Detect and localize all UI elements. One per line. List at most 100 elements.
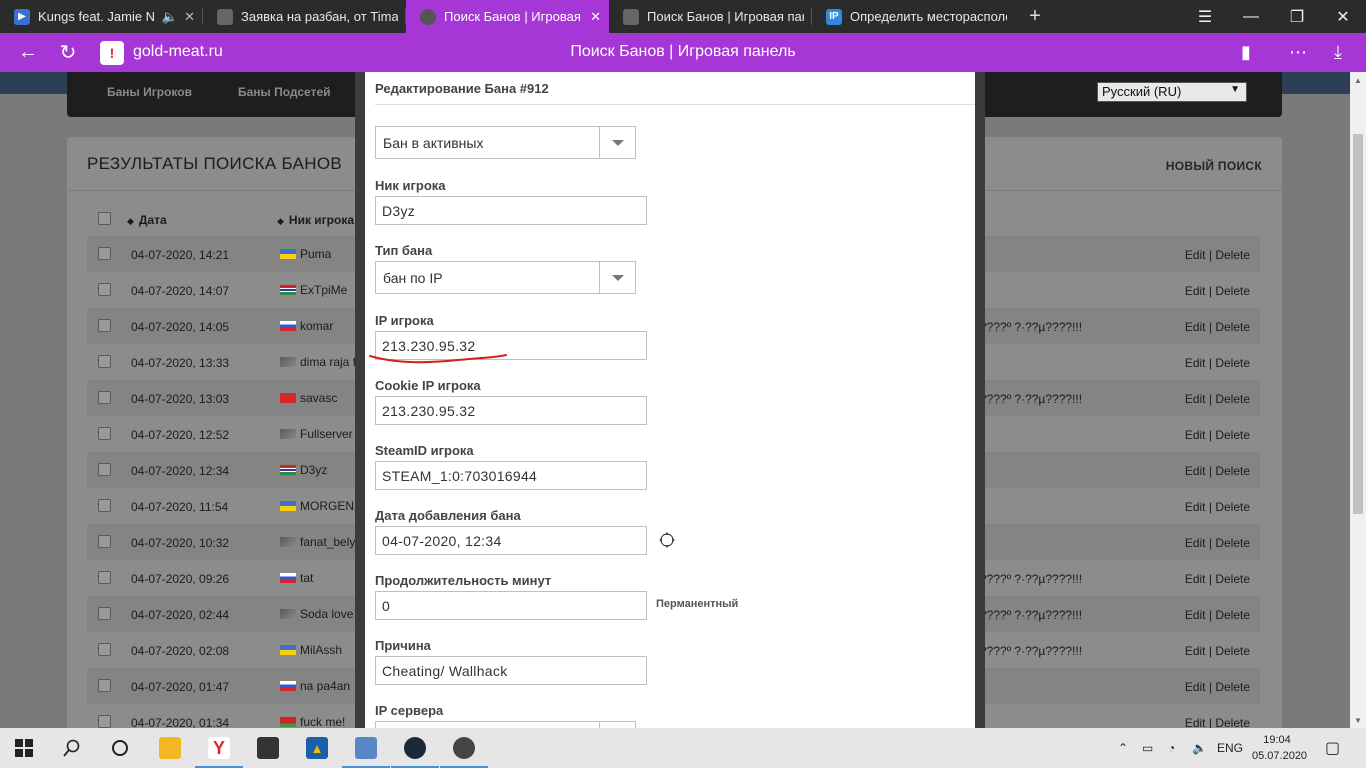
edit-link[interactable]: Edit bbox=[1185, 356, 1206, 370]
column-date[interactable]: ◆ Дата bbox=[127, 213, 167, 227]
edit-link[interactable]: Edit bbox=[1185, 536, 1206, 550]
notifications-icon[interactable]: ▢ bbox=[1325, 728, 1340, 768]
steamid-input[interactable]: STEAM_1:0:703016944 bbox=[375, 461, 647, 490]
delete-link[interactable]: Delete bbox=[1215, 356, 1250, 370]
scroll-thumb[interactable] bbox=[1353, 134, 1363, 514]
delete-link[interactable]: Delete bbox=[1215, 428, 1250, 442]
nick-input[interactable]: D3yz bbox=[375, 196, 647, 225]
scroll-down-icon[interactable]: ▼ bbox=[1350, 712, 1366, 728]
delete-link[interactable]: Delete bbox=[1215, 608, 1250, 622]
row-checkbox[interactable] bbox=[98, 283, 111, 296]
edit-link[interactable]: Edit bbox=[1185, 572, 1206, 586]
language-indicator[interactable]: ENG bbox=[1217, 728, 1243, 768]
bookmark-icon[interactable]: ▮ bbox=[1228, 33, 1264, 72]
nav-subnet-bans[interactable]: Баны Подсетей bbox=[238, 85, 331, 99]
delete-link[interactable]: Delete bbox=[1215, 716, 1250, 728]
minimize-icon[interactable]: — bbox=[1228, 0, 1274, 33]
volume-icon[interactable]: 🔈 bbox=[1192, 728, 1207, 768]
row-checkbox[interactable] bbox=[98, 427, 111, 440]
pc-icon[interactable] bbox=[342, 728, 390, 768]
chevron-down-icon[interactable] bbox=[599, 262, 635, 293]
row-checkbox[interactable] bbox=[98, 247, 111, 260]
scroll-up-icon[interactable]: ▲ bbox=[1350, 72, 1366, 88]
row-checkbox[interactable] bbox=[98, 499, 111, 512]
ban-status-select[interactable]: Бан в активных bbox=[375, 126, 636, 159]
delete-link[interactable]: Delete bbox=[1215, 572, 1250, 586]
edit-link[interactable]: Edit bbox=[1185, 716, 1206, 728]
speaker-icon[interactable]: 🔈 bbox=[162, 9, 178, 25]
close-window-icon[interactable]: ✕ bbox=[1320, 0, 1366, 33]
delete-link[interactable]: Delete bbox=[1215, 500, 1250, 514]
tab-5[interactable]: IP Определить месторасполо bbox=[812, 0, 1015, 33]
new-search-link[interactable]: НОВЫЙ ПОИСК bbox=[1166, 159, 1262, 173]
yandex-browser-icon[interactable]: Y bbox=[195, 728, 243, 768]
delete-link[interactable]: Delete bbox=[1215, 320, 1250, 334]
select-all-checkbox[interactable] bbox=[98, 212, 111, 225]
row-checkbox[interactable] bbox=[98, 535, 111, 548]
battery-icon[interactable]: ▭ bbox=[1142, 728, 1153, 768]
row-checkbox[interactable] bbox=[98, 643, 111, 656]
file-explorer-icon[interactable] bbox=[146, 728, 194, 768]
steam-icon[interactable] bbox=[391, 728, 439, 768]
nav-player-bans[interactable]: Баны Игроков bbox=[107, 85, 192, 99]
app-icon[interactable]: ▲ bbox=[293, 728, 341, 768]
url-domain[interactable]: gold-meat.ru bbox=[133, 43, 223, 61]
row-checkbox[interactable] bbox=[98, 355, 111, 368]
edit-link[interactable]: Edit bbox=[1185, 428, 1206, 442]
edit-link[interactable]: Edit bbox=[1185, 680, 1206, 694]
reason-input[interactable]: Cheating/ Wallhack bbox=[375, 656, 647, 685]
edit-link[interactable]: Edit bbox=[1185, 500, 1206, 514]
task-view-icon[interactable] bbox=[96, 728, 144, 768]
delete-link[interactable]: Delete bbox=[1215, 248, 1250, 262]
server-ip-select[interactable] bbox=[375, 721, 636, 728]
clock[interactable]: 19:04 05.07.2020 bbox=[1252, 732, 1307, 764]
ban-type-select[interactable]: бан по IP bbox=[375, 261, 636, 294]
hamburger-menu-icon[interactable]: ☰ bbox=[1182, 0, 1228, 33]
new-tab-button[interactable]: + bbox=[1015, 0, 1055, 33]
language-select[interactable]: Русский (RU) ▼ bbox=[1097, 82, 1247, 102]
edit-link[interactable]: Edit bbox=[1185, 320, 1206, 334]
duration-input[interactable]: 0 bbox=[375, 591, 647, 620]
show-hidden-icons-icon[interactable]: ⌃ bbox=[1118, 728, 1128, 768]
cookie-ip-input[interactable]: 213.230.95.32 bbox=[375, 396, 647, 425]
reload-icon[interactable]: ↻ bbox=[48, 33, 88, 72]
page-scrollbar[interactable]: ▲ ▼ bbox=[1350, 72, 1366, 728]
close-icon[interactable]: ✕ bbox=[184, 9, 195, 25]
edit-link[interactable]: Edit bbox=[1185, 248, 1206, 262]
chevron-down-icon[interactable] bbox=[599, 127, 635, 158]
tab-1[interactable]: ▶ Kungs feat. Jamie N C 🔈 ✕ bbox=[0, 0, 203, 33]
delete-link[interactable]: Delete bbox=[1215, 392, 1250, 406]
security-warning-icon[interactable]: ! bbox=[100, 41, 124, 65]
row-checkbox[interactable] bbox=[98, 463, 111, 476]
restore-icon[interactable]: ❐ bbox=[1274, 0, 1320, 33]
date-added-input[interactable]: 04-07-2020, 12:34 bbox=[375, 526, 647, 555]
more-icon[interactable]: ⋯ bbox=[1280, 33, 1316, 72]
store-icon[interactable] bbox=[244, 728, 292, 768]
game-icon[interactable] bbox=[440, 728, 488, 768]
start-button[interactable] bbox=[0, 728, 48, 768]
row-checkbox[interactable] bbox=[98, 319, 111, 332]
back-arrow-icon[interactable]: ← bbox=[8, 33, 48, 72]
close-icon[interactable]: ✕ bbox=[590, 9, 601, 25]
delete-link[interactable]: Delete bbox=[1215, 464, 1250, 478]
row-checkbox[interactable] bbox=[98, 715, 111, 728]
delete-link[interactable]: Delete bbox=[1215, 536, 1250, 550]
download-icon[interactable]: ⤓ bbox=[1320, 33, 1356, 72]
tab-4[interactable]: Поиск Банов | Игровая пан bbox=[609, 0, 812, 33]
wifi-icon[interactable]: ◔ bbox=[1168, 728, 1175, 768]
tab-3-active[interactable]: Поиск Банов | Игровая ✕ bbox=[406, 0, 609, 33]
edit-link[interactable]: Edit bbox=[1185, 644, 1206, 658]
permanent-label[interactable]: Перманентный bbox=[656, 598, 738, 610]
row-checkbox[interactable] bbox=[98, 607, 111, 620]
edit-link[interactable]: Edit bbox=[1185, 284, 1206, 298]
search-icon[interactable] bbox=[48, 728, 96, 768]
delete-link[interactable]: Delete bbox=[1215, 680, 1250, 694]
tab-2[interactable]: Заявка на разбан, от Tima bbox=[203, 0, 406, 33]
edit-link[interactable]: Edit bbox=[1185, 392, 1206, 406]
delete-link[interactable]: Delete bbox=[1215, 284, 1250, 298]
edit-link[interactable]: Edit bbox=[1185, 464, 1206, 478]
delete-link[interactable]: Delete bbox=[1215, 644, 1250, 658]
row-checkbox[interactable] bbox=[98, 391, 111, 404]
column-nick[interactable]: ◆ Ник игрока bbox=[277, 213, 354, 227]
edit-link[interactable]: Edit bbox=[1185, 608, 1206, 622]
